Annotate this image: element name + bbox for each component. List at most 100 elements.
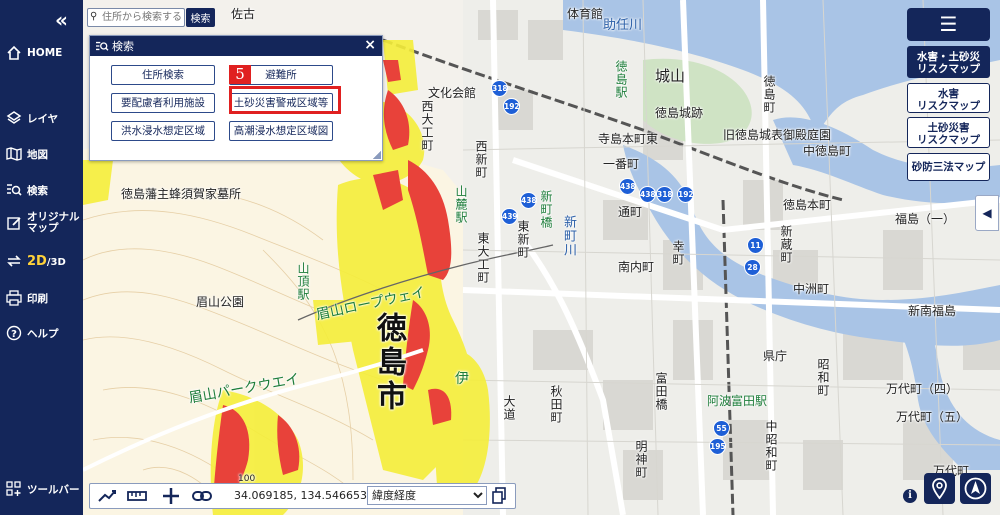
bottom-toolbar: 34.069185, 134.546653 緯度経度 (89, 483, 516, 509)
map-label-nishishin: 西新町 (474, 140, 488, 179)
copy-icon[interactable] (491, 487, 507, 504)
map-label-nishiichi: 西大工町 (420, 100, 434, 152)
sabo-law-map-button[interactable]: 砂防三法マップ (907, 153, 990, 181)
nav-3d-label: /3D (46, 256, 66, 268)
map-label-tokushima-eki: 徳島駅 (614, 60, 628, 99)
link-icon[interactable] (192, 487, 212, 505)
nav-search-label: 検索 (27, 184, 48, 197)
search-panel-title: 検索 (112, 40, 134, 53)
map-label-sako: 佐古 (231, 7, 256, 21)
map-label-fukushima: 福島（一） (895, 212, 956, 226)
search-icon: ⚲ (90, 11, 98, 22)
map-icon (6, 147, 22, 161)
map-label-shinmachigawa: 新町川 (561, 215, 576, 257)
map-label-city: 徳島市 (371, 312, 406, 414)
landslide-risk-map-button[interactable]: 土砂災害 リスクマップ (907, 117, 990, 148)
map-label-mandai5: 万代町（五） (896, 410, 969, 424)
layers-icon (6, 111, 22, 124)
map-label-oomichi: 大道 (502, 395, 516, 421)
info-icon[interactable]: i (903, 489, 917, 503)
map-label-nakatoku: 中徳島町 (803, 144, 852, 158)
map-label-tokushima-dai: 徳島町 (762, 75, 776, 114)
nav-original-map-label: オリジナル マップ (27, 211, 80, 234)
map-label-hyoushu: 旧徳島城表御殿庭園 (723, 128, 832, 142)
map-label-shiro: 城山 (655, 67, 686, 85)
nav-search[interactable]: 検索 (6, 182, 48, 198)
map-label-yamachou: 山頂駅 (296, 262, 310, 301)
storm-surge-search-option[interactable]: 高潮浸水想定区域図 (229, 121, 333, 141)
close-icon[interactable]: × (364, 37, 376, 53)
flood-risk-map-button[interactable]: 水害 リスクマップ (907, 83, 990, 113)
nav-print-label: 印刷 (27, 292, 48, 305)
map-label-tokuhon: 徳島本町 (783, 198, 832, 212)
map-label-mandai: 万代町（四） (886, 382, 959, 396)
nav-toolbar[interactable]: ツールバー (6, 481, 80, 497)
nav-2d-label: 2D (27, 253, 47, 269)
address-search-option[interactable]: 住所検索 (111, 65, 215, 85)
compass-button[interactable] (960, 473, 991, 504)
coordinate-readout: 34.069185, 134.546653 (234, 489, 367, 502)
map-label-saiwai: 幸町 (671, 240, 685, 266)
map-label-meishin: 明神町 (634, 440, 648, 479)
map-label-taiiku: 体育館 (567, 7, 604, 21)
nav-help[interactable]: ? ヘルプ (6, 325, 59, 341)
ruler-icon[interactable] (127, 487, 147, 505)
coordinate-format-select[interactable]: 緯度経度 (367, 486, 487, 505)
home-icon (7, 45, 21, 60)
map-label-minamiban: 新南福島 (908, 304, 957, 318)
address-search: ⚲ 検索 (87, 8, 215, 27)
nav-original-map[interactable]: オリジナル マップ (6, 212, 80, 234)
map-label-tomita: 富田橋 (654, 372, 668, 411)
map-label-minaminai: 南内町 (618, 260, 655, 274)
toolbar-icon (6, 481, 21, 496)
map-label-shinmachibashi: 新町橋 (539, 190, 553, 229)
nav-map[interactable]: 地図 (6, 146, 48, 162)
map-label-teramachi: 寺島本町東 (598, 132, 659, 146)
map-label-yamaneshi: 山麓駅 (454, 185, 468, 224)
nav-layer[interactable]: レイヤ (6, 110, 58, 126)
map-label-bizan-park: 眉山公園 (196, 295, 245, 309)
map-label-akita: 秋田町 (549, 385, 563, 424)
nav-home[interactable]: HOME (6, 45, 62, 61)
map-label-showa: 昭和町 (816, 358, 830, 397)
nav-toolbar-label: ツールバー (27, 483, 80, 496)
care-facility-search-option[interactable]: 要配慮者利用施設 (111, 93, 215, 113)
svg-text:?: ? (11, 329, 17, 340)
edit-icon (7, 217, 21, 230)
address-search-input[interactable] (87, 8, 185, 27)
collapse-sidebar-button[interactable]: « (55, 8, 68, 32)
map-label-higashidaiku: 東大工町 (476, 232, 490, 284)
address-search-button[interactable]: 検索 (186, 8, 215, 27)
flood-zone-search-option[interactable]: 洪水浸水想定区域 (111, 121, 215, 141)
sidebar: « HOME レイヤ 地図 検索 オリジナル マップ 2D/3D 印刷 ? ヘル… (0, 0, 83, 515)
step-number-badge: 5 (229, 65, 251, 84)
map-label-sukematsu: 助任川 (603, 18, 643, 33)
nav-map-label: 地図 (27, 148, 48, 161)
help-icon: ? (6, 325, 22, 341)
map-label-i: 伊 (455, 371, 469, 387)
nav-2d3d[interactable]: 2D/3D (6, 253, 66, 269)
map-label-tooricho: 通町 (618, 205, 643, 219)
map-label-awatomida: 阿波富田駅 (707, 394, 768, 408)
location-pin-icon (932, 478, 947, 500)
menu-button[interactable]: ☰ (907, 8, 990, 41)
nav-print[interactable]: 印刷 (6, 290, 48, 306)
nav-help-label: ヘルプ (27, 327, 59, 340)
step-highlight-box (229, 86, 341, 114)
map-label-jouseki: 徳島城跡 (655, 106, 704, 120)
map-label-bunka: 文化会館 (428, 86, 477, 100)
map-label-nakasu: 中洲町 (793, 282, 830, 296)
flood-landslide-risk-map-button[interactable]: 水害・土砂災 リスクマップ (907, 46, 990, 78)
map-label-nakashowa: 中昭和町 (764, 420, 778, 472)
resize-grip[interactable] (373, 151, 381, 159)
nav-layer-label: レイヤ (27, 112, 59, 125)
map-label-kencho: 県庁 (763, 349, 788, 363)
nav-home-label: HOME (27, 47, 63, 59)
map-label-ichiban: 一番町 (603, 157, 640, 171)
crosshair-icon[interactable] (161, 487, 181, 505)
location-button[interactable] (924, 473, 955, 504)
side-panel-toggle[interactable]: ◀ (975, 195, 999, 231)
map-label-higashishin: 東新町 (516, 220, 530, 259)
printer-icon (6, 290, 22, 306)
measure-line-icon[interactable] (97, 487, 117, 505)
